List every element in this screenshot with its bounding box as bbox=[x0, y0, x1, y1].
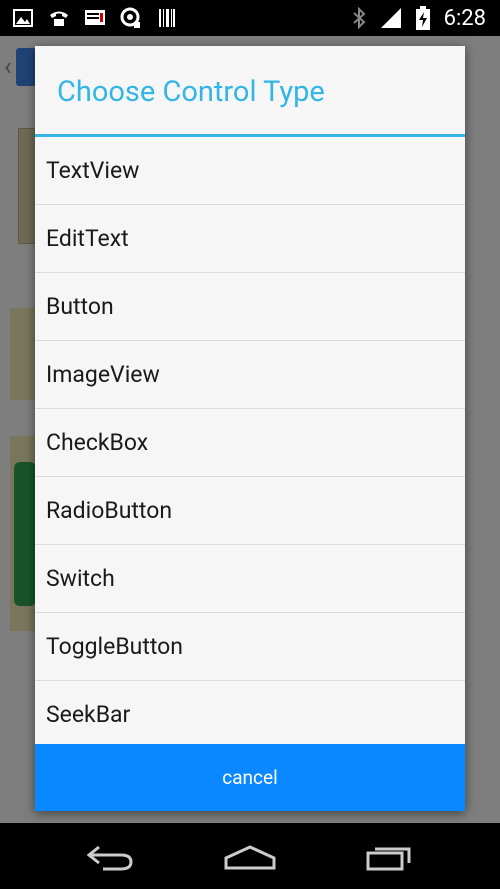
option-label: Button bbox=[46, 293, 114, 320]
option-label: ImageView bbox=[46, 361, 160, 388]
option-label: ToggleButton bbox=[46, 633, 184, 660]
battery-charging-icon bbox=[412, 6, 434, 30]
option-label: Switch bbox=[46, 565, 115, 592]
bluetooth-icon bbox=[348, 7, 370, 29]
option-label: SeekBar bbox=[46, 701, 131, 728]
dialog-title: Choose Control Type bbox=[57, 75, 325, 109]
signal-icon bbox=[380, 7, 402, 29]
cancel-button[interactable]: cancel bbox=[35, 744, 465, 811]
system-icons: 6:28 bbox=[348, 4, 486, 32]
option-imageview[interactable]: ImageView bbox=[35, 341, 465, 409]
option-edittext[interactable]: EditText bbox=[35, 205, 465, 273]
phone-icon bbox=[48, 7, 70, 29]
option-label: EditText bbox=[46, 225, 129, 252]
status-bar: 6:28 bbox=[0, 0, 500, 36]
clock: 6:28 bbox=[443, 5, 486, 31]
control-type-list: TextView EditText Button ImageView Check… bbox=[35, 137, 465, 748]
option-seekbar[interactable]: SeekBar bbox=[35, 681, 465, 748]
option-checkbox[interactable]: CheckBox bbox=[35, 409, 465, 477]
option-textview[interactable]: TextView bbox=[35, 137, 465, 205]
option-radiobutton[interactable]: RadioButton bbox=[35, 477, 465, 545]
option-button[interactable]: Button bbox=[35, 273, 465, 341]
notification-icons bbox=[12, 6, 178, 30]
barcode-icon bbox=[156, 7, 178, 29]
option-switch[interactable]: Switch bbox=[35, 545, 465, 613]
option-togglebutton[interactable]: ToggleButton bbox=[35, 613, 465, 681]
settings-icon bbox=[120, 7, 142, 29]
option-label: TextView bbox=[46, 157, 140, 184]
back-icon[interactable] bbox=[82, 840, 138, 874]
option-label: CheckBox bbox=[46, 429, 149, 456]
navigation-bar bbox=[0, 823, 500, 889]
choose-control-type-dialog: Choose Control Type TextView EditText Bu… bbox=[35, 46, 465, 811]
option-label: RadioButton bbox=[46, 497, 173, 524]
recent-apps-icon[interactable] bbox=[362, 840, 418, 874]
image-icon bbox=[12, 7, 34, 29]
tv-icon bbox=[84, 7, 106, 29]
home-icon[interactable] bbox=[222, 840, 278, 874]
